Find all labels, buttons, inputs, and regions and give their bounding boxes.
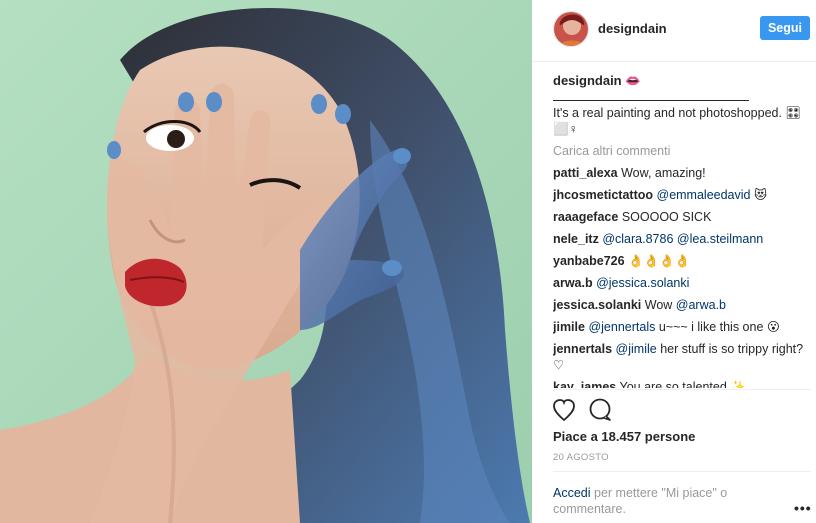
- comment-row: jimile @jennertals u~~~ i like this one …: [553, 319, 811, 335]
- comment-username[interactable]: arwa.b: [553, 276, 593, 290]
- comment-row: yanbabe726 👌👌👌👌: [553, 253, 811, 269]
- comment-username[interactable]: raaageface: [553, 210, 618, 224]
- comment-row: nele_itz @clara.8786 @lea.steilmann: [553, 231, 811, 247]
- comment-text: Wow, amazing!: [621, 166, 706, 180]
- mention-link[interactable]: @jessica.solanki: [596, 276, 689, 290]
- comment-rows: patti_alexa Wow, amazing! jhcosmetictatto…: [553, 165, 811, 388]
- follow-button[interactable]: Segui: [760, 16, 810, 40]
- comment-row: arwa.b @jessica.solanki: [553, 275, 811, 291]
- comments-list[interactable]: designdain 👄 It's a real painting and no…: [553, 72, 811, 388]
- more-options-icon[interactable]: •••: [794, 500, 812, 516]
- comment-row: patti_alexa Wow, amazing!: [553, 165, 811, 181]
- author-username-link[interactable]: designdain: [598, 21, 667, 36]
- comment-row: kay_james You are so talented ✨: [553, 379, 811, 388]
- comment-username[interactable]: jhcosmetictattoo: [553, 188, 653, 202]
- post-date[interactable]: 20 AGOSTO: [553, 452, 609, 463]
- divider: [553, 471, 811, 472]
- comment-username[interactable]: patti_alexa: [553, 166, 618, 180]
- comment-row: jennertals @jimile her stuff is so tripp…: [553, 341, 811, 373]
- caption-text: It's a real painting and not photoshoppe…: [553, 106, 802, 136]
- post-actions: [553, 398, 673, 424]
- caption: designdain 👄 It's a real painting and no…: [553, 72, 811, 137]
- heart-icon[interactable]: [553, 399, 575, 422]
- comment-text: 😻: [750, 188, 767, 202]
- illusion-makeup-photo: [0, 0, 532, 523]
- comment-bubble-icon[interactable]: [589, 398, 611, 421]
- comment-username[interactable]: yanbabe726: [553, 254, 625, 268]
- author-avatar[interactable]: [553, 11, 589, 47]
- comment-row: jhcosmetictattoo @emmaleedavid 😻: [553, 187, 811, 203]
- mention-link[interactable]: @arwa.b: [676, 298, 726, 312]
- comment-username[interactable]: jessica.solanki: [553, 298, 641, 312]
- mention-link[interactable]: @emmaleedavid: [657, 188, 751, 202]
- instagram-post: designdain Segui designdain 👄 It's a rea…: [0, 0, 816, 523]
- mention-link[interactable]: @clara.8786: [602, 232, 673, 246]
- load-more-comments-link[interactable]: Carica altri commenti: [553, 143, 811, 159]
- login-link[interactable]: Accedi: [553, 486, 591, 500]
- comment-text: 👌👌👌👌: [628, 254, 691, 268]
- comment-username[interactable]: nele_itz: [553, 232, 599, 246]
- comment-username[interactable]: jimile: [553, 320, 585, 334]
- comment-row: jessica.solanki Wow @arwa.b: [553, 297, 811, 313]
- comment-text: Wow: [644, 298, 676, 312]
- comment-username[interactable]: kay_james: [553, 380, 616, 388]
- caption-username[interactable]: designdain: [553, 73, 622, 89]
- post-sidebar: designdain Segui designdain 👄 It's a rea…: [532, 0, 816, 523]
- divider: [553, 389, 811, 390]
- post-photo[interactable]: [0, 0, 532, 523]
- likes-count[interactable]: Piace a 18.457 persone: [553, 429, 695, 444]
- post-header: designdain Segui: [532, 0, 816, 62]
- comment-row: raaageface SOOOOO SICK: [553, 209, 811, 225]
- comment-text: You are so talented ✨: [619, 380, 746, 388]
- mention-link[interactable]: @jimile: [616, 342, 657, 356]
- login-prompt: Accedi per mettere "Mi piace" o commenta…: [553, 485, 763, 517]
- caption-username-emoji: 👄: [625, 74, 641, 88]
- comment-text: SOOOOO SICK: [621, 210, 712, 224]
- comment-text: u~~~ i like this one 😮: [655, 320, 780, 334]
- mention-link[interactable]: @lea.steilmann: [677, 232, 763, 246]
- mention-link[interactable]: @jennertals: [588, 320, 655, 334]
- caption-divider-line: [553, 93, 749, 101]
- comment-username[interactable]: jennertals: [553, 342, 612, 356]
